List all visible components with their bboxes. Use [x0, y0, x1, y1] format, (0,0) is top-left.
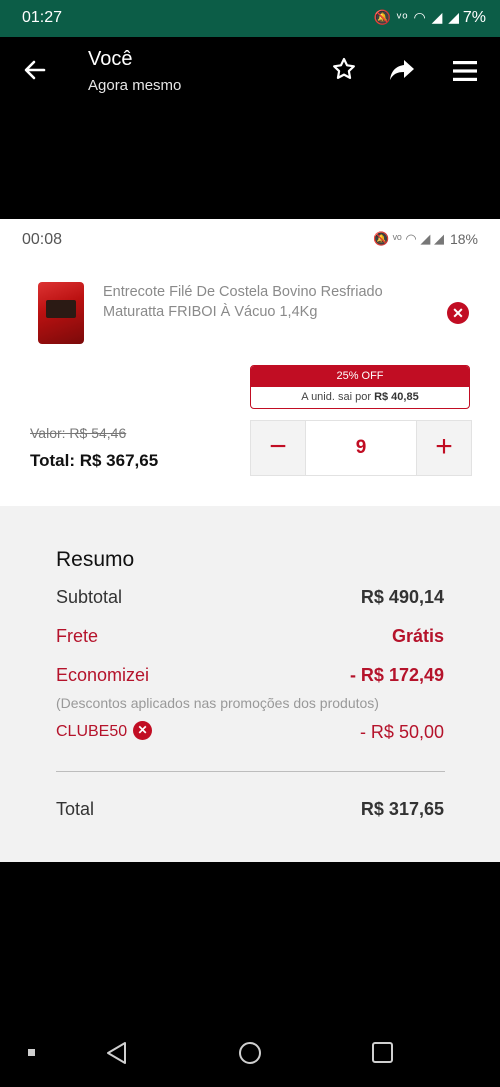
promo-unit-prefix: A unid. sai por: [301, 391, 371, 403]
inner-battery-level: 18%: [449, 231, 478, 247]
discount-note: (Descontos aplicados nas promoções dos p…: [56, 695, 379, 711]
nav-home-icon[interactable]: [239, 1042, 261, 1064]
inner-signal-icons: 🔕 ᵛᵒ ◠ ◢ ◢: [372, 231, 444, 246]
back-arrow-icon[interactable]: [22, 55, 48, 85]
sent-time: Agora mesmo: [88, 77, 182, 94]
star-icon[interactable]: [331, 56, 357, 82]
promo-unit-value: R$ 40,85: [374, 391, 419, 403]
quantity-stepper: − 9 +: [250, 420, 472, 476]
savings-value: - R$ 172,49: [349, 665, 444, 685]
original-price: Valor: R$ 54,46: [30, 425, 127, 441]
share-icon[interactable]: [388, 57, 416, 83]
total-value: R$ 317,65: [360, 799, 444, 819]
summary-divider: [56, 771, 445, 772]
promo-unit-price: A unid. sai por R$ 40,85: [251, 387, 469, 408]
product-name: Entrecote Filé De Costela Bovino Resfria…: [103, 284, 383, 320]
coupon-code: CLUBE50: [56, 723, 128, 740]
viewer-header: Você Agora mesmo: [0, 37, 500, 219]
menu-icon[interactable]: [453, 59, 477, 83]
navigation-bar: [0, 1024, 500, 1082]
coupon-discount-value: - R$ 50,00: [359, 722, 444, 742]
inner-status-time: 00:08: [22, 231, 63, 248]
inner-status-bar: 00:08 🔕 ᵛᵒ ◠ ◢ ◢ 18%: [0, 219, 500, 259]
order-summary: Resumo Subtotal R$ 490,14 Frete Grátis E…: [0, 506, 500, 862]
sender-name: Você: [88, 48, 133, 70]
shipping-value: Grátis: [391, 626, 444, 646]
promo-badge: 25% OFF A unid. sai por R$ 40,85: [250, 365, 470, 409]
savings-label: Economizei: [56, 665, 150, 685]
remove-item-icon[interactable]: ✕: [447, 302, 469, 324]
battery-level: 7%: [462, 9, 486, 26]
shipping-label: Frete: [56, 626, 99, 646]
summary-title: Resumo: [56, 548, 135, 571]
quantity-value[interactable]: 9: [305, 421, 417, 475]
increase-quantity-button[interactable]: +: [417, 421, 471, 475]
status-time: 01:27: [22, 9, 63, 26]
decrease-quantity-button[interactable]: −: [251, 421, 305, 475]
item-total: Total: R$ 367,65: [30, 451, 159, 470]
total-label: Total: [56, 799, 95, 819]
subtotal-value: R$ 490,14: [360, 587, 444, 607]
nav-dot-icon: [28, 1049, 35, 1056]
signal-icons: 🔕 ᵛᵒ ◠ ◢ ◢: [373, 9, 460, 25]
status-bar: 01:27 🔕 ᵛᵒ ◠ ◢ ◢ 7%: [0, 0, 500, 37]
nav-back-icon[interactable]: [107, 1042, 126, 1064]
product-image: [38, 282, 84, 344]
remove-coupon-icon[interactable]: ✕: [133, 721, 152, 740]
nav-recents-icon[interactable]: [372, 1042, 393, 1063]
product-package-label: [46, 300, 76, 318]
promo-off-label: 25% OFF: [251, 366, 469, 387]
subtotal-label: Subtotal: [56, 587, 123, 607]
shared-screenshot: 00:08 🔕 ᵛᵒ ◠ ◢ ◢ 18% Entrecote Filé De C…: [0, 219, 500, 862]
